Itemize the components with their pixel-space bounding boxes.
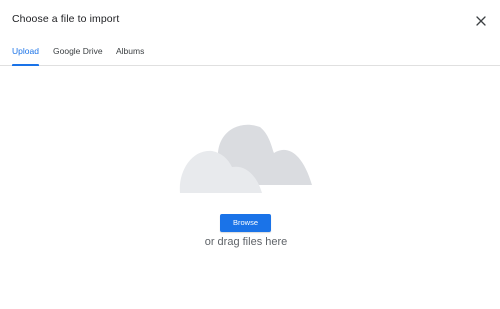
browse-button[interactable]: Browse bbox=[220, 214, 271, 232]
tab-albums-label: Albums bbox=[116, 46, 145, 56]
drag-files-hint: or drag files here bbox=[204, 236, 288, 248]
close-button[interactable] bbox=[472, 12, 490, 30]
active-tab-indicator bbox=[12, 64, 39, 66]
close-icon bbox=[476, 16, 486, 26]
tab-google-drive[interactable]: Google Drive bbox=[53, 40, 103, 65]
dialog-title: Choose a file to import bbox=[12, 13, 120, 25]
tab-bar: Upload Google Drive Albums bbox=[0, 40, 500, 66]
import-dialog: Choose a file to import Upload Google Dr… bbox=[0, 0, 500, 309]
tab-albums[interactable]: Albums bbox=[116, 40, 144, 65]
cloud-icon bbox=[179, 124, 312, 193]
tab-upload-label: Upload bbox=[12, 46, 39, 56]
tab-upload[interactable]: Upload bbox=[12, 40, 39, 66]
tab-google-drive-label: Google Drive bbox=[53, 46, 103, 56]
